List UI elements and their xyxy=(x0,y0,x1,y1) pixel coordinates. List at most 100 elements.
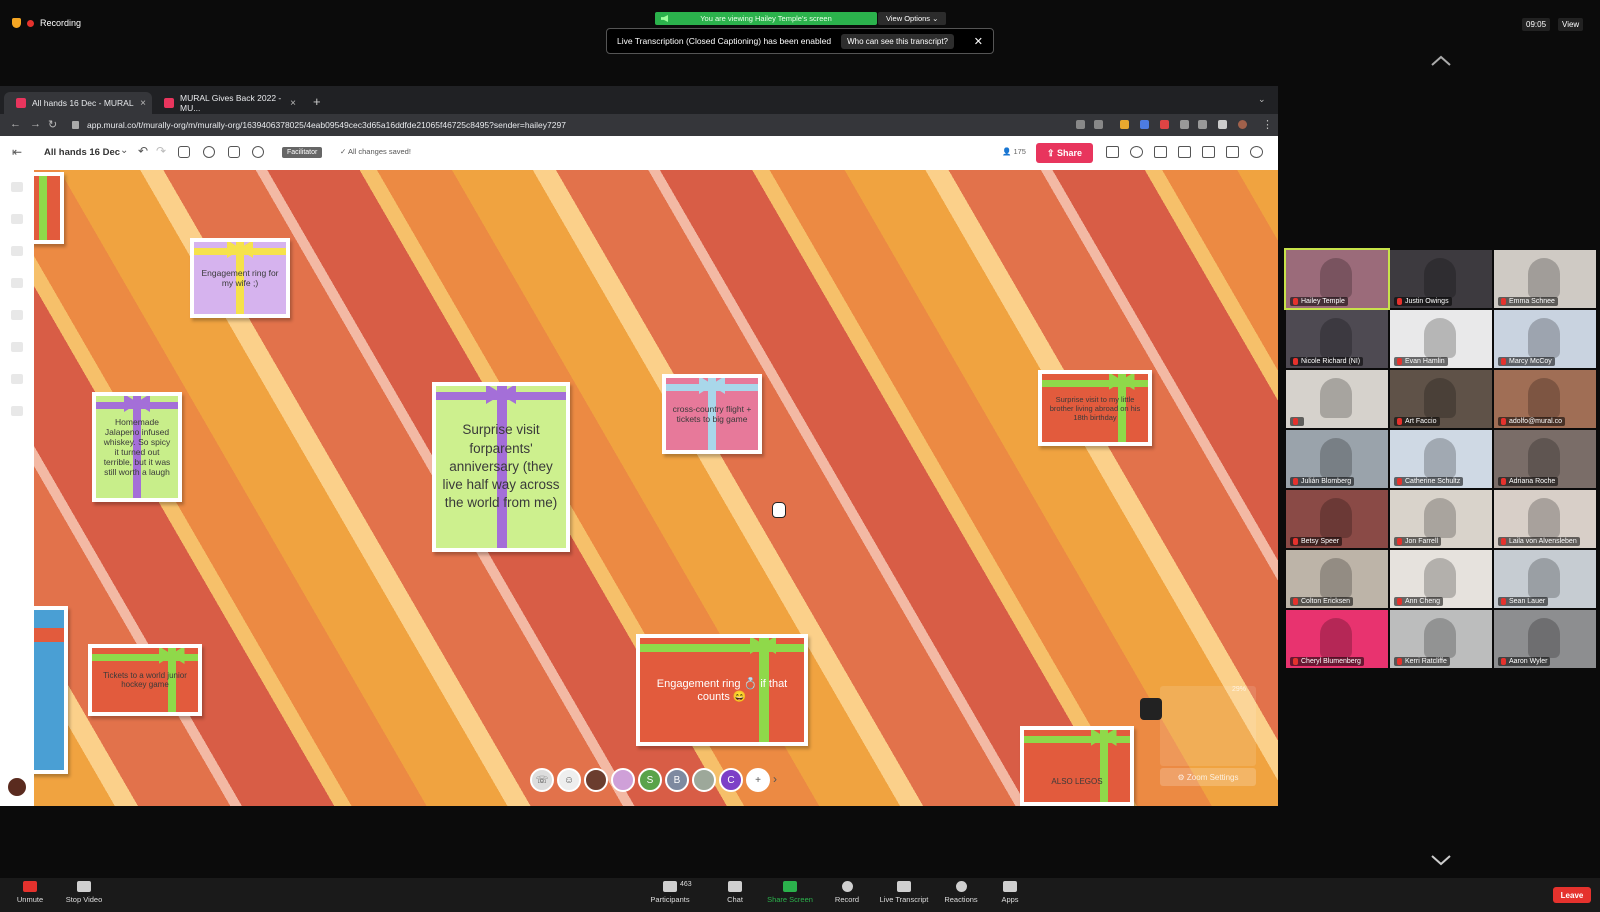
shapes-icon[interactable] xyxy=(11,246,23,256)
participant-tile[interactable]: Betsy Speer xyxy=(1286,490,1388,548)
gift-card-partial[interactable] xyxy=(34,606,68,774)
view-options-button[interactable]: View Options ⌄ xyxy=(878,12,947,25)
bookmark-star-icon[interactable] xyxy=(1094,120,1103,129)
share-button[interactable]: ⇪ Share xyxy=(1036,143,1093,163)
live-transcript-button[interactable]: Live Transcript xyxy=(874,881,934,904)
participant-tile[interactable]: Evan Hamlin xyxy=(1390,310,1492,368)
participant-tile[interactable]: Cheryl Blumenberg xyxy=(1286,610,1388,668)
record-button[interactable]: Record xyxy=(817,881,877,904)
participant-tile[interactable]: Aaron Wyler xyxy=(1494,610,1596,668)
chat-icon[interactable] xyxy=(1154,146,1167,158)
browser-menu-icon[interactable]: ⋮ xyxy=(1262,118,1273,131)
gift-card[interactable]: Engagement ring 💍 if that counts 😄 xyxy=(636,634,808,746)
search-icon[interactable] xyxy=(1226,146,1239,158)
avatar[interactable] xyxy=(611,768,635,792)
avatar[interactable]: S xyxy=(638,768,662,792)
next-chevron-icon[interactable]: › xyxy=(773,768,777,794)
participant-tile[interactable]: Justin Owings xyxy=(1390,250,1492,308)
timer-icon[interactable] xyxy=(252,146,264,158)
back-arrow-icon[interactable]: ← xyxy=(10,118,21,130)
board-menu-chevron-icon[interactable]: ⌄ xyxy=(120,145,128,156)
comments-icon[interactable] xyxy=(1130,146,1143,158)
participants-button[interactable]: Participants xyxy=(638,881,702,904)
outline-icon[interactable] xyxy=(1202,146,1215,158)
frame-icon[interactable] xyxy=(178,146,190,158)
minimap[interactable] xyxy=(1160,686,1256,766)
tab-mural-gives-back[interactable]: MURAL Gives Back 2022 - MU... × xyxy=(152,92,302,114)
participant-tile[interactable]: Emma Schnee xyxy=(1494,250,1596,308)
board-title[interactable]: All hands 16 Dec xyxy=(44,147,120,158)
frameworks-icon[interactable] xyxy=(11,310,23,320)
avatar[interactable]: B xyxy=(665,768,689,792)
profile-avatar[interactable] xyxy=(1238,120,1247,129)
participant-tile[interactable]: Art Faccio xyxy=(1390,370,1492,428)
images-icon[interactable] xyxy=(11,342,23,352)
close-icon[interactable]: ✕ xyxy=(974,35,983,48)
participant-tile[interactable]: Kerri Ratcliffe xyxy=(1390,610,1492,668)
forward-arrow-icon[interactable]: → xyxy=(30,118,41,130)
sticky-note-icon[interactable] xyxy=(11,182,23,192)
participant-tile[interactable]: Jon Farrell xyxy=(1390,490,1492,548)
help-icon[interactable] xyxy=(1250,146,1263,158)
extension-icon[interactable] xyxy=(1140,120,1149,129)
recording-indicator[interactable]: Recording xyxy=(12,18,81,28)
participant-tile[interactable] xyxy=(1286,370,1388,428)
url-field[interactable]: app.mural.co/t/murally-org/m/murally-org… xyxy=(72,117,1072,133)
apps-button[interactable]: Apps xyxy=(980,881,1040,904)
gift-card[interactable]: Tickets to a world junior hockey game xyxy=(88,644,202,716)
avatar[interactable]: C xyxy=(719,768,743,792)
extension-icon[interactable] xyxy=(1198,120,1207,129)
view-button[interactable]: View xyxy=(1558,18,1584,31)
voting-icon[interactable] xyxy=(228,146,240,158)
zoom-percent[interactable]: 29% xyxy=(1232,686,1246,693)
tab-search-chevron-icon[interactable]: ⌄ xyxy=(1258,94,1266,105)
gift-card[interactable]: Surprise visit forparents' anniversary (… xyxy=(432,382,570,552)
gift-card[interactable]: Surprise visit to my little brother livi… xyxy=(1038,370,1152,446)
avatar[interactable] xyxy=(692,768,716,792)
scroll-up-chevron-icon[interactable] xyxy=(1430,55,1452,67)
emoji-icon[interactable]: ☺ xyxy=(557,768,581,792)
stop-video-button[interactable]: Stop Video xyxy=(54,881,114,904)
hand-tool-icon[interactable] xyxy=(1140,698,1162,720)
puzzle-extensions-icon[interactable] xyxy=(1218,120,1227,129)
activity-icon[interactable] xyxy=(1178,146,1191,158)
redo-icon[interactable]: ↷ xyxy=(156,144,166,158)
participant-tile[interactable]: Adriana Roche xyxy=(1494,430,1596,488)
gift-card[interactable]: Engagement ring for my wife ;) xyxy=(190,238,290,318)
upload-icon[interactable] xyxy=(11,374,23,384)
participant-tile[interactable]: Nicole Richard (NI) xyxy=(1286,310,1388,368)
mural-canvas[interactable]: Engagement ring for my wife ;) Homemade … xyxy=(34,170,1278,806)
chat-button[interactable]: Chat xyxy=(705,881,765,904)
gift-card[interactable]: cross-country flight + tickets to big ga… xyxy=(662,374,762,454)
draw-icon[interactable] xyxy=(11,406,23,416)
download-icon[interactable] xyxy=(1106,146,1119,158)
reload-icon[interactable]: ↻ xyxy=(48,118,57,131)
extension-icon[interactable] xyxy=(1120,120,1129,129)
exit-icon[interactable]: ⇤ xyxy=(12,145,22,159)
add-collaborator-button[interactable]: + xyxy=(746,768,770,792)
participant-tile[interactable]: Colton Ericksen xyxy=(1286,550,1388,608)
participant-tile[interactable]: Sean Lauer xyxy=(1494,550,1596,608)
tab-all-hands[interactable]: All hands 16 Dec - MURAL × xyxy=(4,92,152,114)
participant-tile[interactable]: adolfo@mural.co xyxy=(1494,370,1596,428)
participant-tile[interactable]: Marcy McCoy xyxy=(1494,310,1596,368)
undo-icon[interactable]: ↶ xyxy=(138,144,148,158)
extension-icon[interactable] xyxy=(1160,120,1169,129)
text-icon[interactable] xyxy=(11,214,23,224)
gift-card-partial[interactable] xyxy=(34,172,64,244)
participant-tile[interactable]: Julián Blomberg xyxy=(1286,430,1388,488)
scroll-down-chevron-icon[interactable] xyxy=(1430,854,1452,866)
extension-icon[interactable] xyxy=(1180,120,1189,129)
member-count[interactable]: 👤 175 xyxy=(1002,147,1026,156)
call-icon[interactable]: ☏ xyxy=(530,768,554,792)
my-avatar[interactable] xyxy=(6,776,28,798)
unmute-button[interactable]: Unmute xyxy=(0,881,60,904)
share-page-icon[interactable] xyxy=(1076,120,1085,129)
facilitator-badge[interactable]: Facilitator xyxy=(282,147,323,158)
participant-tile[interactable]: Hailey Temple xyxy=(1284,248,1390,310)
avatar[interactable] xyxy=(584,768,608,792)
leave-button[interactable]: Leave xyxy=(1553,887,1591,903)
collaborators-icon[interactable] xyxy=(203,146,215,158)
close-tab-icon[interactable]: × xyxy=(290,98,296,109)
zoom-settings-button[interactable]: ⚙ Zoom Settings xyxy=(1160,768,1256,786)
